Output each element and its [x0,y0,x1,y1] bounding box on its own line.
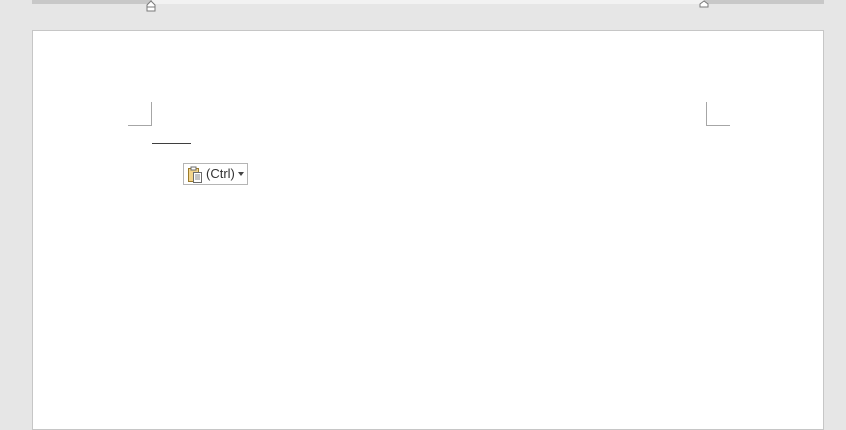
left-indent-marker[interactable] [146,0,156,12]
horizontal-ruler[interactable] [32,0,824,12]
dropdown-arrow-icon [237,172,244,176]
document-text[interactable]: ——— [152,135,191,150]
ruler-text-area [152,0,704,4]
right-indent-marker-icon [699,0,709,8]
margin-corner-top-right [706,102,730,126]
clipboard-paste-icon [188,166,202,183]
right-indent-marker[interactable] [699,0,709,12]
margin-corner-top-left [128,102,152,126]
document-workspace: ——— (Ctrl) [0,0,846,430]
paste-options-label: (Ctrl) [206,166,235,181]
document-page[interactable]: ——— (Ctrl) [32,30,824,430]
paste-options-button[interactable]: (Ctrl) [183,163,248,185]
left-indent-marker-icon [146,0,156,12]
